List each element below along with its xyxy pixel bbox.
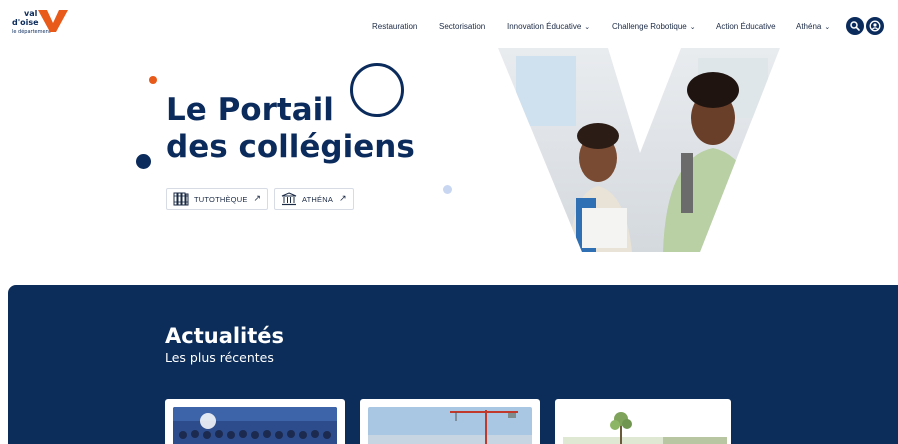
news-card[interactable] <box>165 399 345 444</box>
decorative-dot-orange <box>149 76 157 84</box>
hero-students-photo <box>498 48 780 252</box>
nav-label: Athéna <box>796 22 822 31</box>
hero-title-line2: des collégiens <box>166 129 415 165</box>
nav-label: Sectorisation <box>439 22 486 31</box>
logo-text-val: val <box>24 9 38 18</box>
news-card[interactable] <box>555 399 731 444</box>
tutotheque-label: TUTOTHÈQUE <box>194 194 248 204</box>
temple-icon <box>281 192 297 206</box>
main-nav: Restauration Sectorisation Innovation Éd… <box>0 20 898 36</box>
news-subtitle: Les plus récentes <box>165 350 274 365</box>
decorative-dot-navy <box>136 154 151 169</box>
books-icon <box>173 192 189 206</box>
nav-sectorisation[interactable]: Sectorisation <box>439 20 485 34</box>
nav-athena[interactable]: Athéna ⌄ <box>796 20 830 35</box>
news-card-image-group-photo <box>173 407 337 444</box>
nav-innovation-educative[interactable]: Innovation Éducative ⌄ <box>507 20 590 35</box>
decorative-dot-light <box>443 185 452 194</box>
hero-title-line1: Le Portail <box>166 92 334 128</box>
nav-label: Action Éducative <box>716 22 776 31</box>
athena-label: ATHÉNA <box>302 194 334 204</box>
tutotheque-button[interactable]: TUTOTHÈQUE ↗ <box>166 188 269 210</box>
news-section: Actualités Les plus récentes <box>8 285 898 444</box>
news-card[interactable] <box>360 399 540 444</box>
external-arrow-icon: ↗ <box>253 194 262 204</box>
athena-button[interactable]: ATHÉNA ↗ <box>274 188 354 210</box>
news-card-image-tree-photo <box>563 407 727 444</box>
user-circle-icon <box>869 20 881 32</box>
hero-title: Le Portail des collégiens <box>166 92 415 166</box>
search-icon <box>850 21 860 31</box>
nav-label: Innovation Éducative <box>507 22 582 31</box>
nav-label: Restauration <box>372 22 418 31</box>
account-button[interactable] <box>866 17 884 35</box>
chevron-down-icon: ⌄ <box>689 24 696 31</box>
search-button[interactable] <box>846 17 864 35</box>
chevron-down-icon: ⌄ <box>584 24 591 31</box>
nav-label: Challenge Robotique <box>612 22 687 31</box>
external-arrow-icon: ↗ <box>339 194 347 204</box>
news-card-image-construction-crane-photo <box>368 407 532 444</box>
nav-restauration[interactable]: Restauration <box>372 20 417 34</box>
news-title: Actualités <box>165 324 285 348</box>
chevron-down-icon: ⌄ <box>824 24 831 31</box>
nav-action-educative[interactable]: Action Éducative <box>716 20 776 34</box>
nav-challenge-robotique[interactable]: Challenge Robotique ⌄ <box>612 20 696 35</box>
